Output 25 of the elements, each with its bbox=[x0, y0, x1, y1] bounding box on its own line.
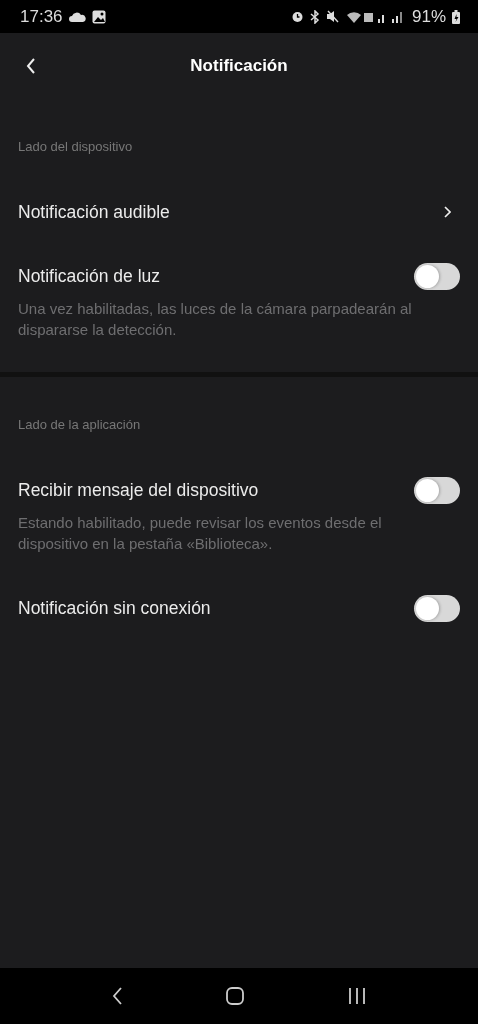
section-label: Lado del dispositivo bbox=[18, 138, 134, 156]
toggle-switch[interactable] bbox=[414, 594, 460, 622]
setting-description: Una vez habilitadas, las luces de la cámara parpadearán al dispararse la detección. bbox=[18, 299, 413, 340]
chevron-icon bbox=[444, 206, 451, 218]
setting-label: Notificación de luz bbox=[18, 265, 161, 287]
toggle-switch[interactable] bbox=[414, 262, 460, 290]
image-icon bbox=[91, 9, 106, 24]
status-time: 17:36 bbox=[20, 6, 63, 27]
mute-icon bbox=[325, 10, 340, 23]
setting-description: Estando habilitado, puede revisar los eventos desde el dispositivo en la pestaña «Biblioteca». bbox=[18, 513, 383, 554]
alarm-icon bbox=[290, 10, 304, 23]
setting-label: Recibir mensaje del dispositivo bbox=[18, 479, 259, 501]
setting-label: Notificación sin conexión bbox=[18, 597, 211, 619]
back-icon bbox=[111, 986, 123, 1006]
toggle-switch[interactable] bbox=[414, 476, 460, 504]
settings-item[interactable]: Notificación audible bbox=[18, 180, 460, 244]
home-icon bbox=[225, 986, 245, 1006]
recent-apps-icon bbox=[347, 987, 367, 1005]
cloud-icon bbox=[68, 11, 86, 22]
battery-level: 91% bbox=[411, 6, 446, 27]
section-label: Lado de la aplicación bbox=[18, 416, 142, 434]
battery-icon bbox=[452, 9, 460, 24]
bluetooth-icon bbox=[309, 9, 320, 24]
page-title: Notificación bbox=[190, 56, 288, 76]
back-icon bbox=[26, 58, 36, 74]
